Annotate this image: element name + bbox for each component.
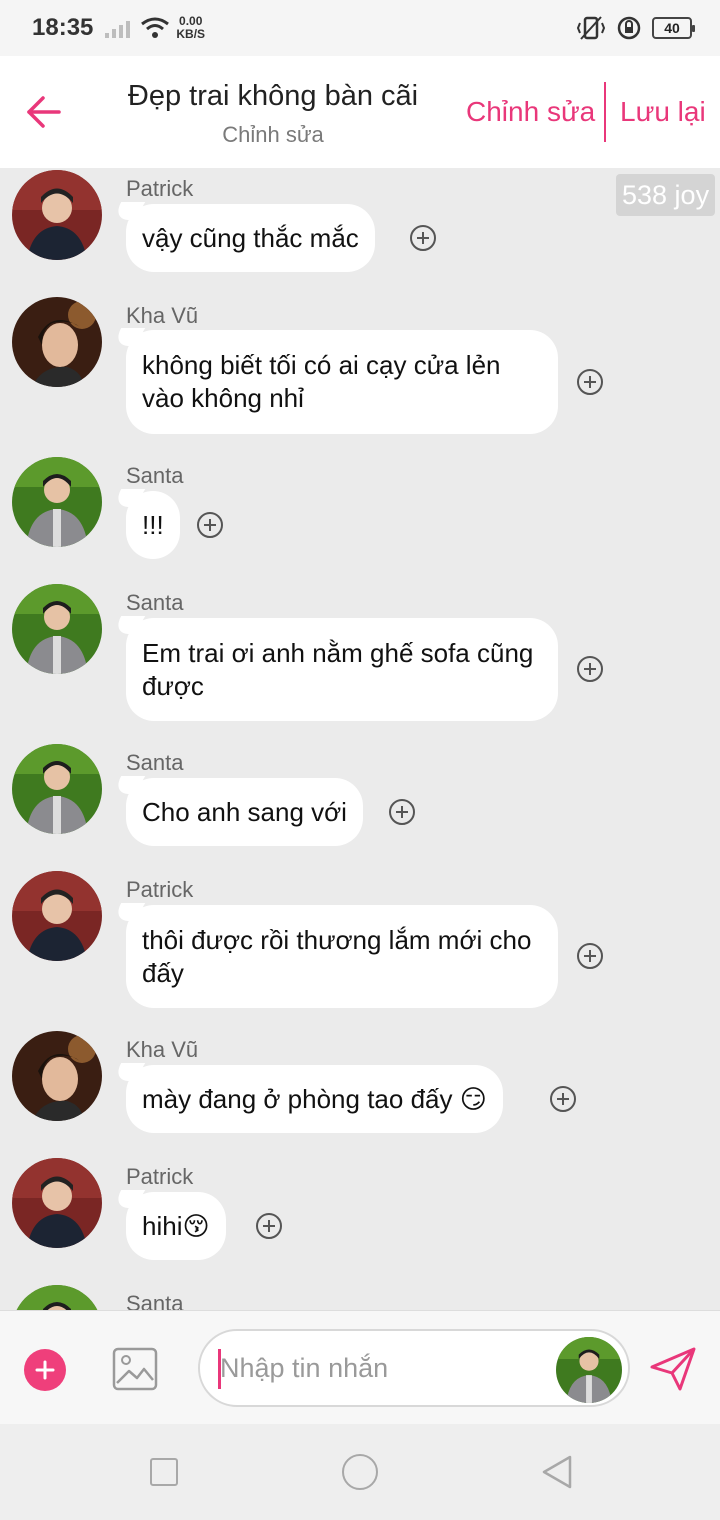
- plus-circle-icon: [35, 1360, 55, 1380]
- sender-name: Patrick: [126, 1164, 194, 1189]
- avatar[interactable]: [12, 1285, 102, 1310]
- sender-name: Santa: [126, 590, 184, 615]
- message-item: Patrick hihi😚: [0, 1157, 720, 1263]
- message-bubble[interactable]: hihi😚: [126, 1192, 226, 1260]
- header-divider: [604, 82, 606, 142]
- message-input[interactable]: Nhập tin nhắn: [198, 1329, 630, 1407]
- avatar[interactable]: [12, 297, 102, 387]
- edit-button[interactable]: Chỉnh sửa: [466, 96, 595, 128]
- joy-badge: 538 joy: [616, 174, 716, 216]
- avatar[interactable]: [12, 744, 102, 834]
- avatar[interactable]: [12, 457, 102, 547]
- network-speed: 0.00 KB/S: [176, 14, 206, 41]
- battery-indicator: 40: [652, 17, 695, 39]
- vibrate-icon: [576, 16, 606, 40]
- message-list[interactable]: Patrick vậy cũng thắc mắc 538 joy Kha Vũ…: [0, 168, 720, 1310]
- add-reaction-icon[interactable]: [549, 1085, 577, 1113]
- add-reaction-icon[interactable]: [409, 224, 437, 252]
- signal-icon: [105, 18, 131, 38]
- add-button[interactable]: [24, 1349, 66, 1391]
- message-bubble[interactable]: Em trai ơi anh nằm ghế sofa cũng được: [126, 618, 558, 721]
- message-item: Santa Cho anh sang với: [0, 743, 720, 849]
- sender-name: Patrick: [126, 877, 194, 902]
- chat-header: Đẹp trai không bàn cãi Chỉnh sửa Chỉnh s…: [0, 56, 720, 168]
- image-icon[interactable]: [112, 1347, 158, 1391]
- message-composer: Nhập tin nhắn: [0, 1310, 720, 1424]
- avatar[interactable]: [12, 1031, 102, 1121]
- message-bubble[interactable]: !!!: [126, 491, 180, 559]
- sender-name: Santa: [126, 1291, 184, 1310]
- message-item: Patrick vậy cũng thắc mắc: [0, 168, 720, 278]
- message-bubble[interactable]: không biết tối có ai cạy cửa lẻn vào khô…: [126, 330, 558, 434]
- add-reaction-icon[interactable]: [196, 511, 224, 539]
- message-item: Santa: [0, 1284, 720, 1310]
- add-reaction-icon[interactable]: [576, 942, 604, 970]
- message-item: Santa Em trai ơi anh nằm ghế sofa cũng đ…: [0, 583, 720, 723]
- status-time: 18:35: [32, 14, 94, 41]
- add-reaction-icon[interactable]: [255, 1212, 283, 1240]
- add-reaction-icon[interactable]: [388, 798, 416, 826]
- save-button[interactable]: Lưu lại: [620, 96, 706, 128]
- nav-back-icon[interactable]: [540, 1454, 574, 1490]
- sender-name: Santa: [126, 750, 184, 775]
- chat-title: Đẹp trai không bàn cãi: [127, 80, 419, 112]
- add-reaction-icon[interactable]: [576, 368, 604, 396]
- add-reaction-icon[interactable]: [576, 655, 604, 683]
- system-nav-bar: [0, 1424, 720, 1520]
- arrow-left-icon: [27, 96, 61, 128]
- message-item: Patrick thôi được rồi thương lắm mới cho…: [0, 870, 720, 1010]
- character-avatar[interactable]: [556, 1337, 622, 1403]
- wifi-icon: [141, 17, 170, 38]
- message-item: Santa !!!: [0, 456, 720, 562]
- sender-name: Kha Vũ: [126, 303, 199, 328]
- rotation-lock-icon: [617, 16, 641, 40]
- home-button[interactable]: [342, 1454, 378, 1490]
- status-bar: 18:35 0.00 KB/S 40: [0, 0, 720, 56]
- sender-name: Santa: [126, 463, 184, 488]
- message-bubble[interactable]: thôi được rồi thương lắm mới cho đấy: [126, 905, 558, 1008]
- message-bubble[interactable]: Cho anh sang với: [126, 778, 363, 846]
- back-button[interactable]: [22, 90, 66, 134]
- message-item: Kha Vũ không biết tối có ai cạy cửa lẻn …: [0, 295, 720, 435]
- sender-name: Kha Vũ: [126, 1037, 199, 1062]
- message-item: Kha Vũ mày đang ở phòng tao đấy 😏: [0, 1030, 720, 1136]
- avatar[interactable]: [12, 871, 102, 961]
- message-input-placeholder: Nhập tin nhắn: [220, 1353, 389, 1383]
- sender-name: Patrick: [126, 176, 194, 201]
- avatar[interactable]: [12, 170, 102, 260]
- avatar[interactable]: [12, 1158, 102, 1248]
- recent-apps-button[interactable]: [150, 1458, 178, 1486]
- message-bubble[interactable]: vậy cũng thắc mắc: [126, 204, 375, 272]
- message-bubble[interactable]: mày đang ở phòng tao đấy 😏: [126, 1065, 503, 1133]
- send-icon[interactable]: [648, 1345, 698, 1393]
- chat-subtitle: Chỉnh sửa: [222, 122, 324, 147]
- avatar[interactable]: [12, 584, 102, 674]
